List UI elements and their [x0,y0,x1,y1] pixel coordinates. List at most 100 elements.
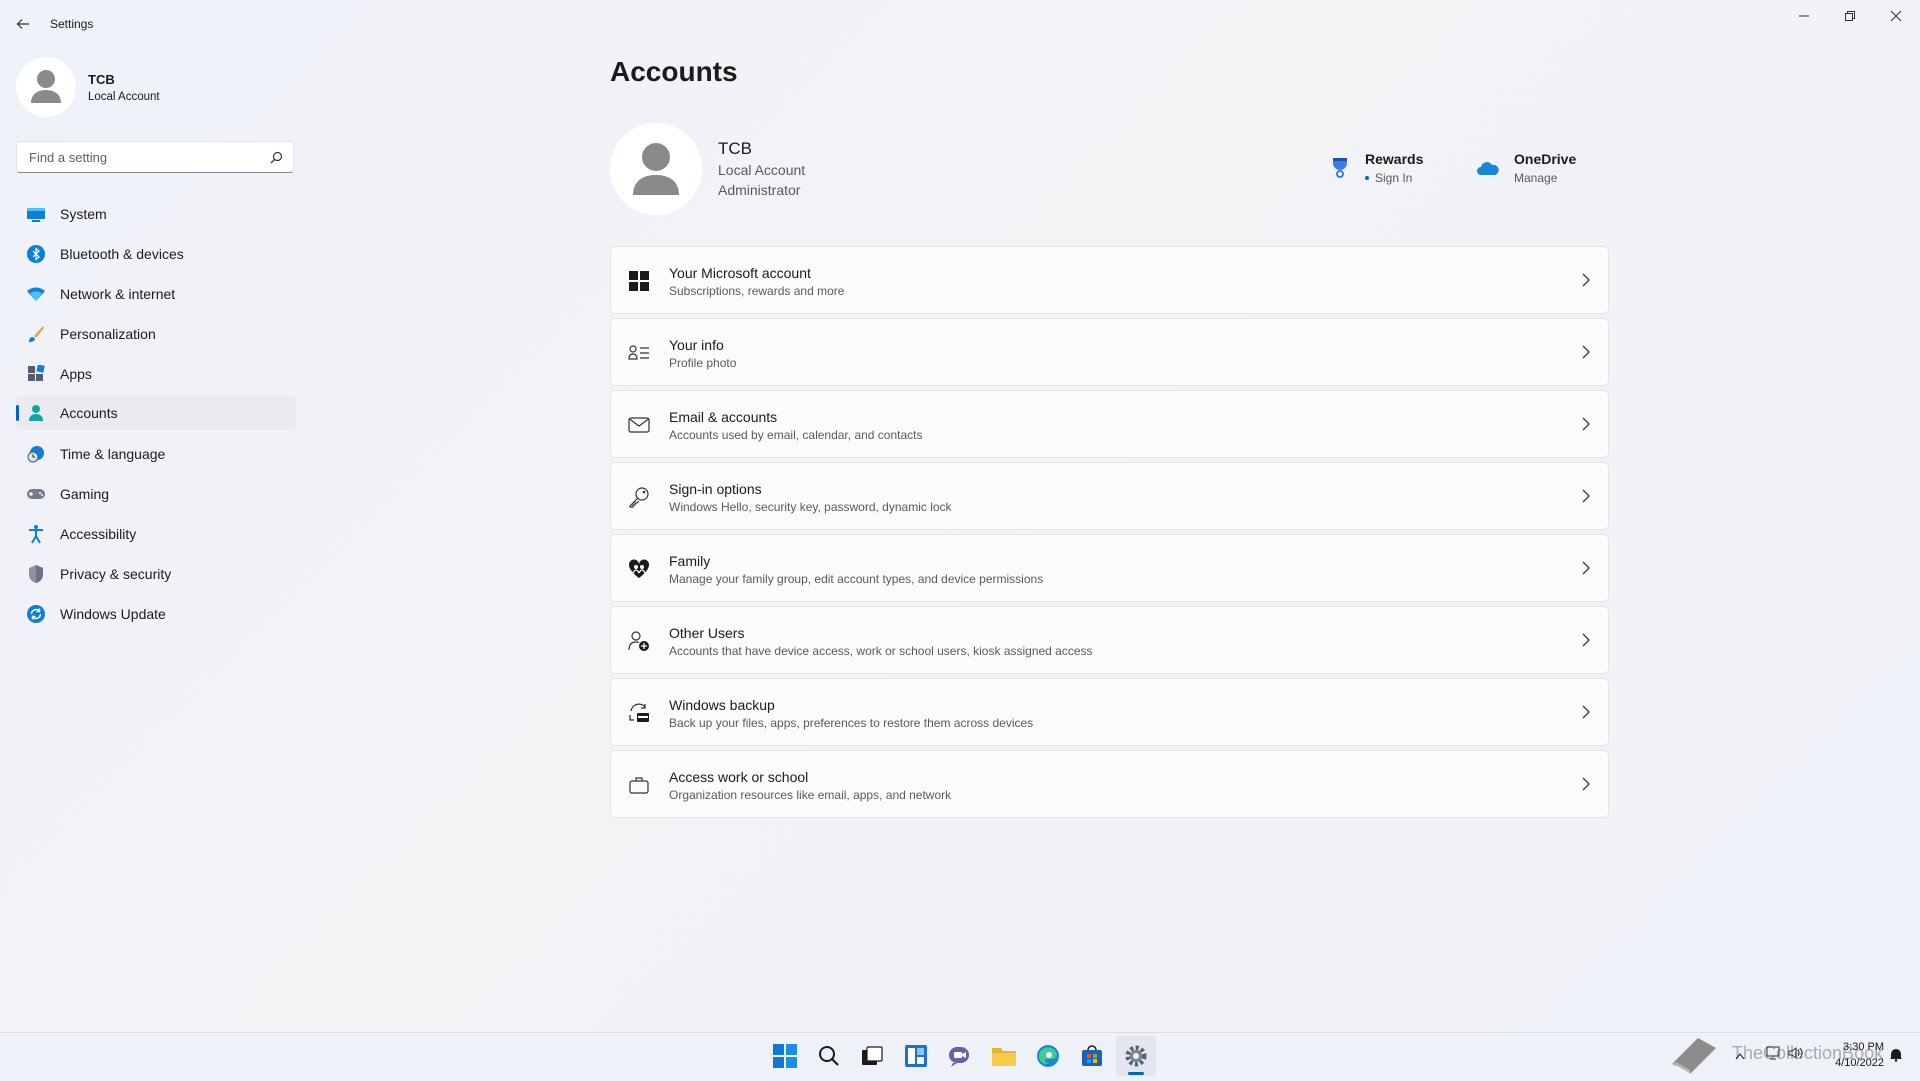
profile-name: TCB [88,72,115,87]
sidebar-item-system[interactable]: System [16,197,296,231]
settings-icon [1125,1045,1147,1067]
chevron-right-icon [1582,489,1590,503]
title-bar [0,0,1920,48]
row-title: Your info [669,337,724,353]
accessibility-icon [26,524,46,544]
onedrive-link[interactable]: OneDrive Manage [1474,148,1604,192]
rewards-link[interactable]: Rewards Sign In [1325,148,1445,192]
taskbar-task-view-button[interactable] [852,1036,892,1076]
chevron-right-icon [1582,561,1590,575]
taskbar-edge-button[interactable] [1028,1036,1068,1076]
row-subtitle: Organization resources like email, apps,… [669,788,952,802]
sidebar-item-bluetooth[interactable]: Bluetooth & devices [16,237,296,271]
close-button[interactable] [1873,0,1919,32]
selection-indicator [16,405,19,421]
row-title: Access work or school [669,769,809,785]
restore-button[interactable] [1827,0,1873,32]
minimize-icon [1799,15,1809,17]
task-view-icon [862,1046,883,1065]
clock-date[interactable]: 4/10/2022 [1812,1057,1884,1069]
sidebar-item-label: Apps [60,366,92,382]
user-avatar[interactable] [610,123,702,215]
display-icon [26,204,46,224]
edge-icon [1037,1045,1059,1067]
network-icon[interactable] [1766,1046,1780,1065]
key-icon [627,485,651,509]
backup-icon [627,701,651,725]
taskbar-file-explorer-button[interactable] [984,1036,1024,1076]
person-icon [26,403,46,423]
row-subtitle: Profile photo [669,356,737,370]
taskbar-widgets-button[interactable] [896,1036,936,1076]
sidebar-item-label: Gaming [60,486,110,502]
row-email-accounts[interactable]: Email & accounts Accounts used by email,… [610,390,1609,458]
family-heart-icon [627,557,651,581]
sidebar-item-label: Bluetooth & devices [60,246,184,262]
sidebar-item-network[interactable]: Network & internet [16,277,296,311]
row-microsoft-account[interactable]: Your Microsoft account Subscriptions, re… [610,246,1609,314]
user-name: TCB [718,139,752,158]
row-title: Email & accounts [669,409,778,425]
row-your-info[interactable]: Your info Profile photo [610,318,1609,386]
store-icon [1082,1045,1102,1066]
user-role: Administrator [718,182,801,198]
shield-icon [26,564,46,584]
watermark-book-icon [1668,1034,1720,1081]
windows-logo-icon [627,269,651,293]
widgets-icon [905,1045,927,1067]
active-app-indicator [1128,1072,1144,1075]
contact-card-icon [627,341,651,365]
status-dot [1365,176,1369,180]
row-family[interactable]: Family Manage your family group, edit ac… [610,534,1609,602]
sidebar-item-privacy[interactable]: Privacy & security [16,557,296,591]
sidebar-item-label: Privacy & security [60,566,172,582]
profile-account-type: Local Account [88,91,160,103]
back-arrow-icon [16,19,29,29]
row-subtitle: Subscriptions, rewards and more [669,284,845,298]
volume-icon[interactable] [1788,1046,1804,1065]
sidebar-item-gaming[interactable]: Gaming [16,477,296,511]
search-box[interactable] [16,141,294,173]
sidebar-item-personalization[interactable]: Personalization [16,317,296,351]
row-windows-backup[interactable]: Windows backup Back up your files, apps,… [610,678,1609,746]
taskbar-settings-button[interactable] [1116,1036,1156,1076]
search-icon[interactable] [270,151,283,164]
taskbar-search-button[interactable] [809,1036,849,1076]
chevron-right-icon [1582,633,1590,647]
tray-chevron-up-icon[interactable] [1735,1047,1745,1065]
row-subtitle: Manage your family group, edit account t… [669,572,1044,586]
wifi-icon [26,284,46,304]
apps-icon [26,364,46,384]
taskbar-store-button[interactable] [1072,1036,1112,1076]
globe-clock-icon [26,444,46,464]
taskbar-chat-button[interactable] [940,1036,980,1076]
back-button[interactable] [10,12,36,36]
row-sign-in-options[interactable]: Sign-in options Windows Hello, security … [610,462,1609,530]
row-subtitle: Windows Hello, security key, password, d… [669,500,952,514]
notification-bell-icon[interactable] [1889,1047,1903,1067]
bluetooth-icon [26,244,46,264]
sidebar-item-apps[interactable]: Apps [16,357,296,391]
search-input[interactable] [27,149,271,166]
sidebar-item-label: Personalization [60,326,156,342]
sidebar-item-time-language[interactable]: Time & language [16,437,296,471]
rewards-label: Rewards [1365,151,1424,167]
onedrive-manage-link[interactable]: Manage [1514,171,1557,185]
onedrive-label: OneDrive [1514,151,1577,167]
start-icon [773,1044,797,1068]
row-access-work-school[interactable]: Access work or school Organization resou… [610,750,1609,818]
row-subtitle: Back up your files, apps, preferences to… [669,716,1034,730]
sidebar-item-accounts[interactable]: Accounts [16,396,296,430]
sidebar-item-windows-update[interactable]: Windows Update [16,597,296,631]
sidebar-item-label: System [60,206,107,222]
sidebar-item-label: Windows Update [60,606,166,622]
taskbar-start-button[interactable] [765,1036,805,1076]
row-title: Windows backup [669,697,775,713]
restore-icon [1845,11,1855,21]
clock-time[interactable]: 3:30 PM [1812,1041,1884,1053]
brush-icon [26,324,46,344]
rewards-trophy-icon [1329,156,1351,185]
sidebar-item-accessibility[interactable]: Accessibility [16,517,296,551]
row-other-users[interactable]: Other Users Accounts that have device ac… [610,606,1609,674]
minimize-button[interactable] [1781,0,1827,32]
